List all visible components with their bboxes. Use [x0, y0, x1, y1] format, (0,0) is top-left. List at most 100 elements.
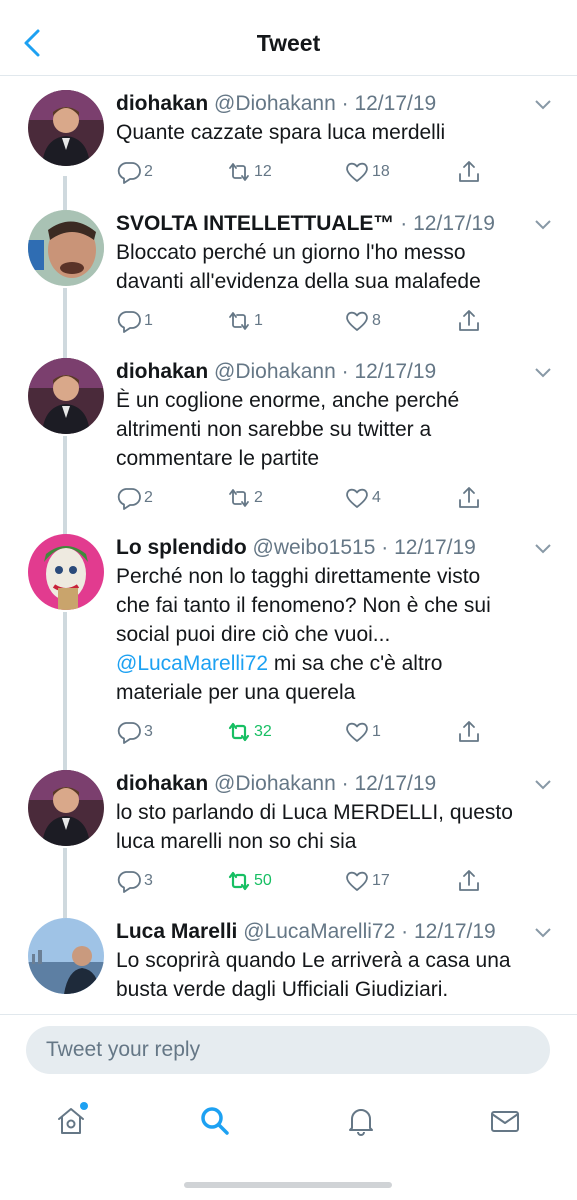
reply-count: 2 [144, 489, 153, 506]
tweet-text-line: materiale per una querela [116, 681, 356, 704]
retweet-button[interactable]: 50 [226, 866, 272, 896]
reply-button[interactable]: 3 [116, 866, 153, 896]
retweet-button[interactable]: 12 [226, 157, 272, 187]
tweet-header: diohakan @Diohakann · 12/17/19 [116, 90, 557, 118]
tab-search[interactable] [198, 1104, 238, 1144]
chevron-down-icon[interactable] [533, 94, 553, 114]
tweet-header: Luca Marelli @LucaMarelli72 · 12/17/19 [116, 918, 557, 946]
tweet-text-line: lo sto parlando di Luca MERDELLI, questo [116, 801, 513, 824]
heart-icon [346, 722, 368, 742]
chevron-down-icon[interactable] [533, 538, 553, 558]
retweet-button[interactable]: 2 [226, 483, 263, 513]
tweet-text: Lo scoprirà quando Le arriverà a casa un… [116, 946, 557, 1004]
tweet-text: lo sto parlando di Luca MERDELLI, questo… [116, 798, 557, 856]
share-button[interactable] [456, 717, 482, 747]
chevron-down-icon[interactable] [533, 214, 553, 234]
share-button[interactable] [456, 306, 482, 336]
reply-count: 3 [144, 723, 153, 740]
tweet-text-line: Lo scoprirà quando Le arriverà a casa un… [116, 949, 511, 972]
tweet-text-line: altrimenti non sarebbe su twitter a [116, 418, 432, 441]
reply-button[interactable]: 1 [116, 306, 153, 336]
like-count: 4 [372, 489, 381, 506]
retweet-count: 12 [254, 163, 272, 180]
share-icon [459, 161, 479, 182]
retweet-count: 50 [254, 872, 272, 889]
tweet-date: 12/17/19 [354, 772, 437, 795]
mention-link[interactable]: @LucaMarelli72 [116, 652, 268, 675]
like-button[interactable]: 18 [344, 157, 390, 187]
avatar[interactable] [28, 770, 104, 846]
retweet-icon [229, 489, 249, 507]
retweet-icon [228, 871, 250, 891]
tweet-date: 12/17/19 [394, 536, 476, 559]
reply-button[interactable]: 2 [116, 483, 153, 513]
separator-dot: · [341, 772, 349, 795]
tweet-actions: 3 50 17 [116, 866, 557, 900]
tweet-text: Quante cazzate spara luca merdelli [116, 118, 557, 147]
like-button[interactable]: 1 [344, 717, 381, 747]
chevron-down-icon[interactable] [533, 362, 553, 382]
avatar[interactable] [28, 90, 104, 166]
retweet-button[interactable]: 1 [226, 306, 263, 336]
tweet-text-fragment: mi sa che c'è altro [268, 652, 443, 675]
tweet-actions: 3 32 1 [116, 717, 557, 751]
tweet-actions: 2 2 4 [116, 483, 557, 517]
share-button[interactable] [456, 483, 482, 513]
tweet-actions: 2 12 18 [116, 157, 557, 191]
display-name[interactable]: diohakan [116, 92, 208, 115]
retweet-count: 32 [254, 723, 272, 740]
tweet-text-line: Quante cazzate spara luca merdelli [116, 121, 446, 144]
reply-button[interactable]: 3 [116, 717, 153, 747]
reply-icon [117, 311, 141, 333]
like-button[interactable]: 17 [344, 866, 390, 896]
tab-messages[interactable] [488, 1104, 528, 1144]
chevron-down-icon[interactable] [533, 922, 553, 942]
tweet-date: 12/17/19 [413, 920, 496, 943]
avatar[interactable] [28, 210, 104, 286]
home-indicator[interactable] [184, 1182, 392, 1188]
display-name[interactable]: SVOLTA INTELLETTUALE™ [116, 212, 394, 235]
heart-icon [346, 871, 368, 891]
retweet-button[interactable]: 32 [226, 717, 272, 747]
display-name[interactable]: Lo splendido [116, 536, 247, 559]
thread-connector [63, 612, 67, 772]
chevron-down-icon[interactable] [533, 774, 553, 794]
like-button[interactable]: 4 [344, 483, 381, 513]
tweet-date: 12/17/19 [354, 360, 437, 383]
separator-dot: · [341, 92, 349, 115]
reply-input[interactable] [26, 1026, 550, 1074]
tab-home[interactable] [54, 1102, 94, 1144]
tweet-text-line: luca marelli non so chi sia [116, 830, 357, 853]
thread-connector [63, 288, 67, 360]
display-name[interactable]: Luca Marelli [116, 920, 237, 943]
display-name[interactable]: diohakan [116, 360, 208, 383]
display-name[interactable]: diohakan [116, 772, 208, 795]
tweet-header: Lo splendido @weibo1515 · 12/17/19 [116, 534, 557, 562]
tweet-thread: diohakan @Diohakann · 12/17/19 Quante ca… [0, 76, 577, 1014]
tweet-actions: 1 1 8 [116, 306, 557, 340]
reply-count: 2 [144, 163, 153, 180]
page-title: Tweet [256, 30, 321, 56]
share-icon [459, 310, 479, 331]
user-handle: @weibo1515 [252, 536, 376, 559]
like-button[interactable]: 8 [344, 306, 381, 336]
share-icon [459, 487, 479, 508]
tweet-text-line: @LucaMarelli72 mi sa che c'è altro [116, 649, 557, 678]
heart-icon [346, 311, 368, 331]
share-button[interactable] [456, 157, 482, 187]
user-handle: @Diohakann [214, 772, 336, 795]
separator-dot: · [400, 212, 408, 235]
avatar[interactable] [28, 918, 104, 994]
tab-notifications[interactable] [344, 1104, 384, 1144]
avatar[interactable] [28, 534, 104, 610]
share-icon [459, 721, 479, 742]
reply-button[interactable]: 2 [116, 157, 153, 187]
tweet-date: 12/17/19 [413, 212, 495, 235]
share-button[interactable] [456, 866, 482, 896]
avatar[interactable] [28, 358, 104, 434]
reply-icon [117, 488, 141, 510]
thread-connector [63, 436, 67, 536]
separator-dot: · [401, 920, 409, 943]
tweet-text-line: È un coglione enorme, anche perché [116, 389, 460, 412]
tweet-text-line: social puoi dire ciò che vuoi... [116, 623, 391, 646]
